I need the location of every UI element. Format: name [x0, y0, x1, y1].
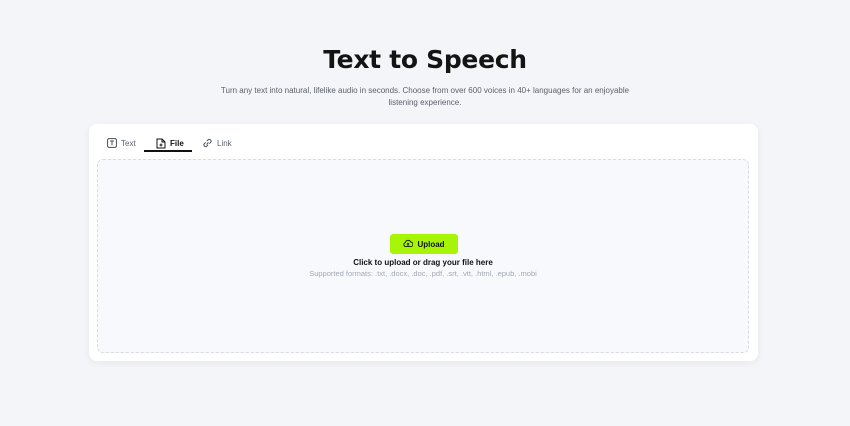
- tab-text-label: Text: [121, 138, 136, 148]
- upload-button-label: Upload: [417, 239, 445, 249]
- active-tab-indicator: [144, 150, 192, 152]
- upload-button[interactable]: Upload: [390, 234, 458, 254]
- input-mode-tabs: Text File Link: [89, 124, 758, 154]
- page-title: Text to Speech: [323, 45, 527, 74]
- tab-link[interactable]: Link: [202, 134, 232, 152]
- file-dropzone[interactable]: Upload Click to upload or drag your file…: [97, 159, 749, 353]
- supported-formats: Supported formats: .txt, .docx, .doc, .p…: [309, 269, 537, 278]
- tts-card: Text File Link Upload Click to upload or…: [89, 124, 758, 361]
- tab-link-label: Link: [217, 138, 232, 148]
- file-icon: [156, 138, 166, 149]
- cloud-upload-icon: [403, 239, 414, 250]
- tab-file-label: File: [170, 138, 184, 148]
- page-subtitle: Turn any text into natural, lifelike aud…: [220, 86, 630, 107]
- link-icon: [202, 138, 213, 148]
- text-icon: [107, 138, 117, 148]
- tab-text[interactable]: Text: [107, 134, 136, 152]
- dropzone-instruction: Click to upload or drag your file here: [353, 258, 493, 267]
- page: Text to Speech Turn any text into natura…: [0, 0, 850, 426]
